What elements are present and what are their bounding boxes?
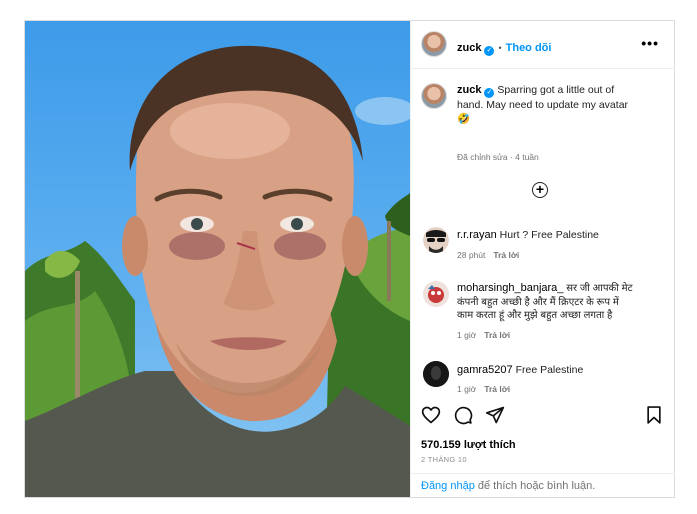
comment-time: 1 giờ <box>457 330 477 340</box>
comment-time: 1 giờ <box>457 384 477 394</box>
bookmark-icon[interactable] <box>644 405 664 425</box>
comment-text: Hurt ? Free Palestine <box>499 229 599 241</box>
post-side-panel: zuck ✓ • Theo dõi ••• zuck ✓ Sparring got a … <box>410 21 675 497</box>
comment-text-line1: सर जी आपकी मेट <box>566 283 633 294</box>
caption-meta: Đã chỉnh sửa · 4 tuần <box>457 152 539 162</box>
caption-text-line1: Sparring got a little out of <box>497 84 615 96</box>
share-icon[interactable] <box>485 405 505 425</box>
caption-username[interactable]: zuck <box>457 84 481 96</box>
comment-meta: 1 giờ Trả lời <box>457 330 510 340</box>
load-more-comments-icon[interactable]: + <box>532 182 548 198</box>
caption: zuck ✓ Sparring got a little out of hand.… <box>457 83 663 126</box>
comment-username[interactable]: gamra5207 <box>457 364 513 376</box>
follow-button[interactable]: Theo dõi <box>506 42 552 54</box>
caption-author-avatar[interactable] <box>421 83 447 109</box>
comment-time: 28 phút <box>457 250 486 260</box>
comment-meta: 28 phút Trả lời <box>457 250 519 260</box>
comments-section: zuck ✓ Sparring got a little out of hand.… <box>411 69 675 394</box>
commenter-avatar[interactable] <box>423 361 449 387</box>
likes-count[interactable]: 570.159 lượt thích <box>421 439 516 451</box>
separator-dot: • <box>498 43 502 53</box>
commenter-avatar[interactable] <box>423 281 449 307</box>
comment-text-line3: काम करता हूं और मुझे बहुत अच्छा लगता है <box>457 310 613 321</box>
action-bar <box>411 405 675 431</box>
commenter-avatar[interactable] <box>423 227 449 253</box>
character-avatar-icon <box>423 281 449 307</box>
login-prompt: Đăng nhập để thích hoặc bình luận. <box>411 473 675 497</box>
post-photo[interactable] <box>25 21 410 497</box>
comment-text-line2: कंपनी बहुत अच्छी है और मैं क्रिएटर के रू… <box>457 296 619 308</box>
author-username[interactable]: zuck <box>457 42 481 54</box>
heart-icon[interactable] <box>421 405 441 425</box>
caption-text-line2: hand. May need to update my avatar <box>457 99 629 111</box>
comment: gamra5207 Free Palestine <box>457 363 667 377</box>
author-info: zuck ✓ • Theo dõi <box>457 38 551 56</box>
comment-meta: 1 giờ Trả lời <box>457 384 510 394</box>
more-options-icon[interactable]: ••• <box>641 36 659 50</box>
reply-button[interactable]: Trả lời <box>493 250 519 260</box>
sunglasses-avatar-icon <box>423 227 449 253</box>
comment-username[interactable]: r.r.rayan <box>457 229 497 241</box>
reply-button[interactable]: Trả lời <box>484 330 510 340</box>
reply-button[interactable]: Trả lời <box>484 384 510 394</box>
selfie-illustration <box>25 45 410 497</box>
caption-emoji: 🤣 <box>457 113 471 125</box>
post-date[interactable]: 2 THÁNG 10 <box>421 455 467 464</box>
verified-badge-icon: ✓ <box>484 88 495 98</box>
dark-avatar-icon <box>423 361 449 387</box>
comment: moharsingh_banjara_ सर जी आपकी मेट कंपनी… <box>457 282 669 323</box>
instagram-post: zuck ✓ • Theo dõi ••• zuck ✓ Sparring got a … <box>24 20 675 498</box>
post-header: zuck ✓ • Theo dõi ••• <box>411 21 675 69</box>
verified-badge-icon: ✓ <box>484 46 495 56</box>
comment-icon[interactable] <box>453 405 473 425</box>
login-prompt-text: để thích hoặc bình luận. <box>474 480 596 492</box>
login-link[interactable]: Đăng nhập <box>421 480 475 492</box>
author-avatar[interactable] <box>421 31 447 57</box>
comment-username[interactable]: moharsingh_banjara_ <box>457 282 563 294</box>
comment-text: Free Palestine <box>515 364 584 376</box>
comment: r.r.rayan Hurt ? Free Palestine <box>457 228 667 242</box>
